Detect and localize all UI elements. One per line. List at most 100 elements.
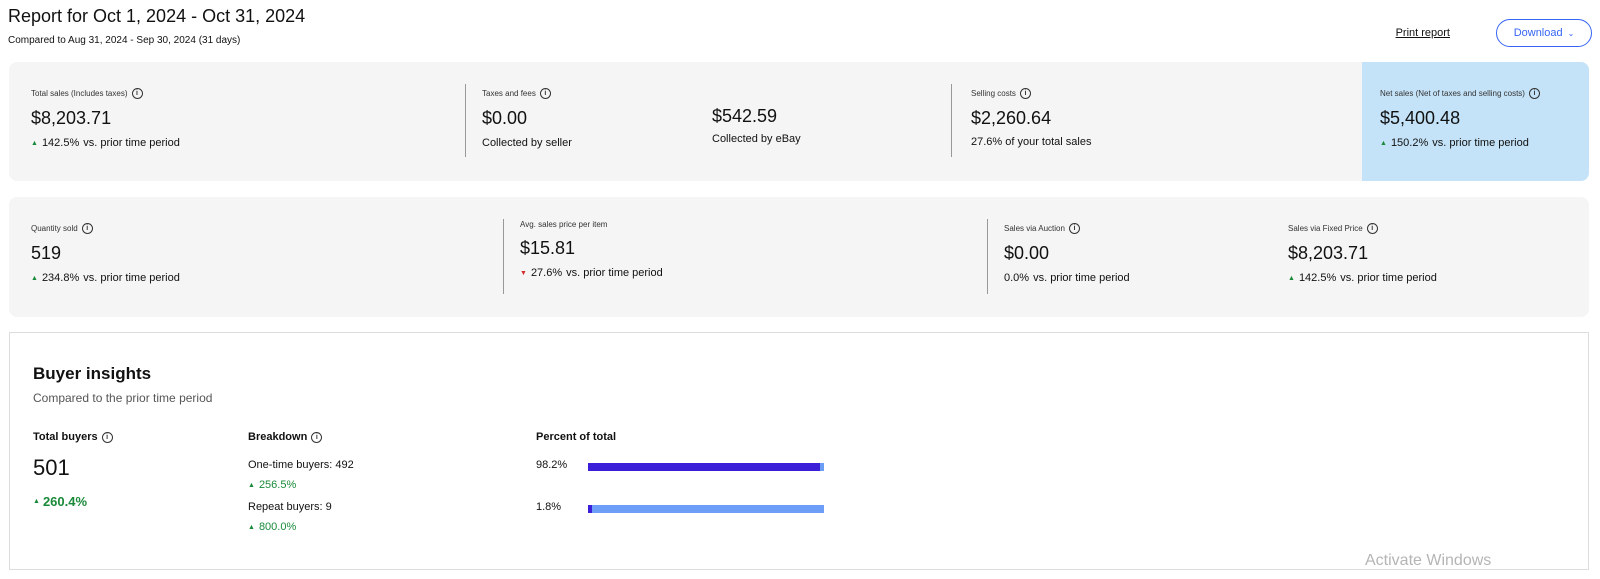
one-time-percent-bar-fill (588, 463, 820, 471)
quantity-sold-change: ▲ 234.8% vs. prior time period (31, 272, 180, 284)
info-icon[interactable]: i (1528, 88, 1540, 99)
avg-price-value: $15.81 (520, 238, 576, 258)
quantity-sold-change-suffix: vs. prior time period (83, 272, 180, 284)
total-buyers-change: ▲ 260.4% (33, 494, 87, 509)
info-icon[interactable]: i (311, 431, 323, 443)
total-buyers-change-value: 260.4% (42, 494, 88, 509)
taxes-seller-value: $0.00 (482, 108, 528, 128)
buyer-insights-title: Buyer insights (33, 364, 152, 383)
one-time-percent-bar (588, 463, 824, 471)
net-sales-change: ▲ 150.2% vs. prior time period (1380, 137, 1540, 149)
percent-label: Percent of total (536, 431, 617, 443)
chevron-down-icon: ⌄ (1567, 28, 1575, 38)
taxes-seller-caption: Collected by seller (482, 137, 572, 149)
info-icon[interactable]: i (101, 431, 113, 443)
info-icon[interactable]: i (1366, 223, 1378, 234)
divider (465, 84, 466, 157)
net-sales-highlight: Net sales (Net of taxes and selling cost… (1362, 62, 1589, 181)
auction-sales-change: 0.0% vs. prior time period (1004, 272, 1130, 284)
quantity-sold-label: Quantity sold (31, 224, 78, 233)
fixed-price-label: Sales via Fixed Price (1288, 224, 1363, 233)
quantity-sold-value: 519 (31, 243, 62, 263)
auction-sales-label: Sales via Auction (1004, 224, 1065, 233)
divider (503, 219, 504, 294)
report-header: Report for Oct 1, 2024 - Oct 31, 2024 Co… (8, 4, 1592, 56)
net-sales-change-value: 150.2% (1390, 137, 1429, 149)
fixed-price-change-suffix: vs. prior time period (1340, 272, 1437, 284)
taxes-fees-label: Taxes and fees (482, 89, 536, 98)
fixed-price-change: ▲ 142.5% vs. prior time period (1288, 272, 1437, 284)
quantity-sold-change-value: 234.8% (41, 272, 80, 284)
item-summary-panel: Quantity sold i 519 ▲ 234.8% vs. prior t… (9, 197, 1589, 317)
taxes-ebay-value: $542.59 (712, 106, 778, 126)
net-sales-value: $5,400.48 (1380, 108, 1461, 128)
net-sales-metric: Net sales (Net of taxes and selling cost… (1380, 88, 1540, 149)
buyer-insights-card: Buyer insights Compared to the prior tim… (9, 332, 1589, 570)
avg-price-change: ▼ 27.6% vs. prior time period (520, 267, 663, 279)
page-title: Report for Oct 1, 2024 - Oct 31, 2024 (8, 6, 306, 26)
divider (951, 84, 952, 157)
total-sales-change-suffix: vs. prior time period (83, 137, 180, 149)
arrow-up-icon: ▲ (31, 139, 38, 147)
repeat-buyers-change: ▲ 800.0% (248, 521, 296, 533)
avg-price-change-value: 27.6% (530, 267, 563, 279)
arrow-up-icon: ▲ (31, 274, 38, 282)
selling-costs-value: $2,260.64 (971, 108, 1052, 128)
net-sales-label: Net sales (Net of taxes and selling cost… (1380, 89, 1525, 98)
selling-costs-label: Selling costs (971, 89, 1016, 98)
repeat-buyers-text: Repeat buyers: 9 (248, 501, 332, 513)
total-sales-change-value: 142.5% (41, 137, 80, 149)
download-button[interactable]: Download ⌄ (1496, 19, 1592, 47)
info-icon[interactable]: i (1019, 88, 1031, 99)
info-icon[interactable]: i (539, 88, 551, 99)
percent-heading: Percent of total (536, 431, 616, 443)
download-button-label: Download (1513, 27, 1563, 39)
repeat-percent-label: 1.8% (536, 501, 562, 513)
repeat-percent-bar-fill (588, 505, 593, 513)
buyer-insights-subtitle: Compared to the prior time period (33, 391, 213, 405)
info-icon[interactable]: i (81, 223, 93, 234)
fixed-price-value: $8,203.71 (1288, 243, 1369, 263)
total-buyers-value: 501 (33, 455, 70, 480)
quantity-sold-metric: Quantity sold i 519 ▲ 234.8% vs. prior t… (31, 223, 180, 284)
auction-sales-value: $0.00 (1004, 243, 1050, 263)
arrow-up-icon: ▲ (1380, 139, 1387, 147)
repeat-buyers-change-value: 800.0% (258, 521, 297, 533)
total-sales-label: Total sales (Includes taxes) (31, 89, 128, 98)
fixed-price-sales-metric: Sales via Fixed Price i $8,203.71 ▲ 142.… (1288, 223, 1437, 284)
comparison-period: Compared to Aug 31, 2024 - Sep 30, 2024 … (8, 35, 241, 46)
total-sales-value: $8,203.71 (31, 108, 112, 128)
one-time-buyers-change: ▲ 256.5% (248, 479, 296, 491)
arrow-up-icon: ▲ (248, 481, 255, 489)
auction-sales-change-value: 0.0% (1004, 272, 1030, 284)
sales-summary-panel: Total sales (Includes taxes) i $8,203.71… (9, 62, 1589, 181)
print-report-link[interactable]: Print report (1396, 27, 1450, 39)
total-buyers-heading: Total buyers i (33, 431, 113, 443)
total-sales-change: ▲ 142.5% vs. prior time period (31, 137, 180, 149)
one-time-percent-label: 98.2% (536, 459, 568, 471)
repeat-percent-bar (588, 505, 824, 513)
info-icon[interactable]: i (1068, 223, 1080, 234)
arrow-down-icon: ▼ (520, 269, 527, 277)
info-icon[interactable]: i (131, 88, 143, 99)
avg-price-change-suffix: vs. prior time period (566, 267, 663, 279)
arrow-up-icon: ▲ (1288, 274, 1295, 282)
one-time-buyers-change-value: 256.5% (258, 479, 297, 491)
arrow-up-icon: ▲ (248, 523, 255, 531)
divider (987, 219, 988, 294)
avg-price-metric: Avg. sales price per item $15.81 ▼ 27.6%… (520, 220, 663, 279)
breakdown-heading: Breakdown i (248, 431, 323, 443)
auction-sales-change-suffix: vs. prior time period (1033, 272, 1130, 284)
taxes-ebay-metric: $542.59 Collected by eBay (712, 106, 801, 145)
selling-costs-metric: Selling costs i $2,260.64 27.6% of your … (971, 88, 1091, 148)
net-sales-change-suffix: vs. prior time period (1432, 137, 1529, 149)
auction-sales-metric: Sales via Auction i $0.00 0.0% vs. prior… (1004, 223, 1130, 284)
breakdown-label: Breakdown (248, 431, 308, 443)
taxes-fees-metric: Taxes and fees i $0.00 Collected by sell… (482, 88, 572, 149)
total-buyers-label: Total buyers (33, 431, 98, 443)
total-sales-metric: Total sales (Includes taxes) i $8,203.71… (31, 88, 180, 149)
taxes-ebay-caption: Collected by eBay (712, 133, 801, 145)
fixed-price-change-value: 142.5% (1298, 272, 1337, 284)
avg-price-label: Avg. sales price per item (520, 220, 608, 229)
one-time-buyers-text: One-time buyers: 492 (248, 459, 354, 471)
